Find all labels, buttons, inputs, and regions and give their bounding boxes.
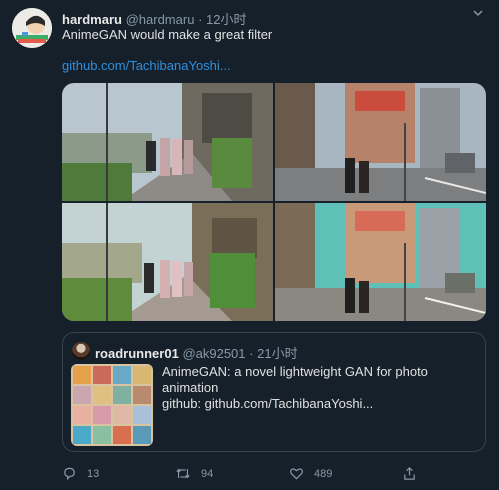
share-icon — [404, 467, 415, 480]
reply-button[interactable]: 13 — [62, 466, 99, 481]
tweet-header: hardmaru @hardmaru · 12小时 — [62, 9, 247, 28]
quoted-tweet[interactable]: roadrunner01 @ak92501 · 21小时 AnimeGAN: a… — [62, 332, 486, 452]
media-image-3[interactable] — [62, 203, 273, 321]
like-button[interactable]: 489 — [289, 466, 332, 481]
media-image-2[interactable] — [275, 83, 486, 201]
tweet-text: AnimeGAN would make a great filter — [62, 27, 273, 42]
tweet-actions: 13 94 489 — [62, 466, 486, 482]
chevron-down-icon[interactable] — [471, 6, 485, 23]
retweet-button[interactable]: 94 — [175, 466, 213, 481]
retweet-icon — [176, 468, 190, 479]
media-grid — [62, 83, 486, 321]
like-count: 489 — [314, 467, 333, 480]
reply-icon — [64, 467, 75, 481]
heart-icon — [290, 468, 303, 480]
tweet-timestamp[interactable]: 12小时 — [206, 12, 246, 27]
quoted-author-name: roadrunner01 — [95, 346, 179, 361]
quoted-author-handle: @ak92501 — [182, 346, 246, 361]
separator-dot: · — [198, 12, 203, 27]
quoted-tweet-header: roadrunner01 @ak92501 · 21小时 — [95, 343, 298, 362]
tweet-link[interactable]: github.com/TachibanaYoshi... — [62, 58, 231, 73]
reply-count: 13 — [87, 467, 100, 480]
quoted-tweet-text: AnimeGAN: a novel lightweight GAN for ph… — [162, 364, 428, 412]
quoted-text-line: animation — [162, 380, 219, 395]
quoted-media-thumbnail — [71, 364, 153, 446]
author-name[interactable]: hardmaru — [62, 12, 122, 27]
author-handle[interactable]: @hardmaru — [126, 12, 195, 27]
quoted-text-line: AnimeGAN: a novel lightweight GAN for ph… — [162, 364, 428, 379]
retweet-count: 94 — [201, 467, 214, 480]
avatar-image — [12, 8, 52, 48]
quoted-author-avatar — [72, 342, 90, 360]
quoted-text-line: github: github.com/TachibanaYoshi... — [162, 396, 374, 411]
quoted-tweet-timestamp: 21小时 — [257, 346, 298, 361]
author-avatar[interactable] — [12, 8, 52, 48]
media-image-1[interactable] — [62, 83, 273, 201]
media-image-4[interactable] — [275, 203, 486, 321]
separator-dot: · — [249, 346, 254, 361]
share-button[interactable] — [402, 466, 427, 481]
